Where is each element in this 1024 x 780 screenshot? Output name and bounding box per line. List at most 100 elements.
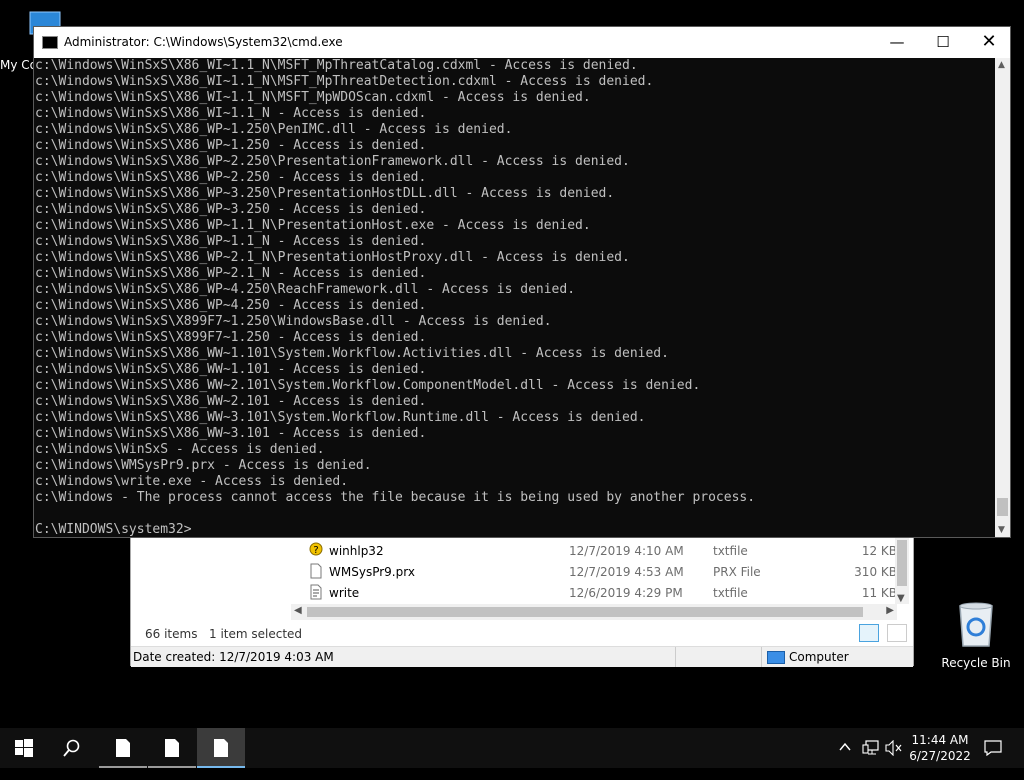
console-line: c:\Windows\WinSxS\X86_WP~1.1_N\Presentat… <box>35 218 591 233</box>
file-list: ? winhlp32 12/7/2019 4:10 AM txtfile 12 … <box>131 538 911 604</box>
console-line: c:\Windows\WinSxS\X86_WP~2.1_N\Presentat… <box>35 250 630 265</box>
console-line: c:\Windows\WinSxS\X86_WW~1.101\System.Wo… <box>35 346 669 361</box>
console-line: c:\Windows\write.exe - Access is denied. <box>35 474 349 489</box>
close-button[interactable]: ✕ <box>966 27 1012 58</box>
search-button[interactable] <box>48 728 96 768</box>
file-row-write[interactable]: write 12/6/2019 4:29 PM txtfile 11 KB <box>131 582 911 603</box>
recycle-bin[interactable]: Recycle Bin <box>940 600 1012 670</box>
computer-icon <box>767 651 785 664</box>
file-date: 12/6/2019 4:29 PM <box>569 586 683 600</box>
chevron-up-icon[interactable] <box>838 740 852 780</box>
scroll-down-icon[interactable]: ▼ <box>998 525 1005 535</box>
console-output[interactable]: c:\Windows\WinSxS\X86_WI~1.1_N\MSFT_MpTh… <box>34 58 995 537</box>
recycle-bin-label: Recycle Bin <box>941 656 1011 670</box>
file-date: 12/7/2019 4:53 AM <box>569 565 684 579</box>
console-line: C:\WINDOWS\system32> <box>35 522 192 537</box>
file-list-horizontal-scrollbar[interactable]: ◀ ▶ <box>291 604 897 620</box>
file-row-winhlp32[interactable]: ? winhlp32 12/7/2019 4:10 AM txtfile 12 … <box>131 540 911 561</box>
file-name: winhlp32 <box>329 544 384 558</box>
console-line: c:\Windows\WinSxS\X86_WP~3.250 - Access … <box>35 202 427 217</box>
wordpad-file-icon <box>310 584 322 600</box>
blank-file-icon <box>310 563 322 579</box>
file-size: 11 KB <box>861 586 897 600</box>
system-clock[interactable]: 11:44 AM 6/27/2022 <box>900 732 980 764</box>
console-line: c:\Windows\WinSxS\X86_WP~2.250 - Access … <box>35 170 427 185</box>
console-line: c:\Windows\WinSxS\X899F7~1.250 - Access … <box>35 330 427 345</box>
console-line: c:\Windows\WinSxS\X86_WP~4.250 - Access … <box>35 298 427 313</box>
taskbar-app-3[interactable] <box>197 728 245 768</box>
taskbar-app-2[interactable] <box>148 728 196 768</box>
svg-text:?: ? <box>313 545 318 556</box>
scrollbar-thumb[interactable] <box>307 607 863 617</box>
file-type: txtfile <box>713 586 748 600</box>
maximize-button[interactable]: ☐ <box>920 27 966 58</box>
console-line: c:\Windows\WinSxS\X86_WW~1.101 - Access … <box>35 362 427 377</box>
taskbar: 11:44 AM 6/27/2022 <box>0 728 1024 768</box>
date-created: Date created: 12/7/2019 4:03 AM <box>133 650 334 664</box>
window-title: Administrator: C:\Windows\System32\cmd.e… <box>64 35 343 49</box>
console-line: c:\Windows\WinSxS\X86_WI~1.1_N\MSFT_MpWD… <box>35 90 591 105</box>
search-icon <box>63 739 80 757</box>
minimize-button[interactable]: — <box>874 27 920 58</box>
scroll-left-icon[interactable]: ◀ <box>294 605 302 616</box>
status-bar: 66 items 1 item selected <box>131 622 913 646</box>
file-row-wmsyspr9[interactable]: WMSysPr9.prx 12/7/2019 4:53 AM PRX File … <box>131 561 911 582</box>
document-icon <box>165 739 179 757</box>
console-line: c:\Windows\WinSxS\X86_WP~3.250\Presentat… <box>35 186 615 201</box>
file-list-vertical-scrollbar[interactable]: ▼ <box>895 538 909 604</box>
large-icons-view-icon[interactable] <box>887 624 907 642</box>
console-line: c:\Windows\WinSxS\X86_WW~3.101\System.Wo… <box>35 410 646 425</box>
help-file-icon: ? <box>309 542 323 556</box>
scroll-up-icon[interactable]: ▲ <box>998 60 1005 70</box>
file-type: PRX File <box>713 565 761 579</box>
document-icon <box>214 739 228 757</box>
console-line: c:\Windows\WinSxS\X86_WI~1.1_N\MSFT_MpTh… <box>35 58 638 73</box>
file-name: write <box>329 586 360 600</box>
network-icon[interactable] <box>862 740 880 780</box>
file-size: 310 KB <box>854 565 897 579</box>
action-center-icon[interactable] <box>984 740 1002 780</box>
recycle-bin-icon <box>959 602 993 647</box>
location-label: Computer <box>789 650 849 664</box>
document-icon <box>116 739 130 757</box>
details-bar: Date created: 12/7/2019 4:03 AM Computer <box>131 646 913 667</box>
console-line: c:\Windows\WinSxS - Access is denied. <box>35 442 325 457</box>
file-date: 12/7/2019 4:10 AM <box>569 544 684 558</box>
console-line: c:\Windows\WinSxS\X86_WW~2.101 - Access … <box>35 394 427 409</box>
cmd-window[interactable]: Administrator: C:\Windows\System32\cmd.e… <box>33 26 1011 538</box>
cmd-title-bar[interactable]: Administrator: C:\Windows\System32\cmd.e… <box>34 27 1010 58</box>
file-type: txtfile <box>713 544 748 558</box>
scroll-right-icon[interactable]: ▶ <box>886 605 894 616</box>
cmd-app-icon[interactable] <box>42 36 58 49</box>
windows-logo-icon <box>15 739 33 757</box>
console-line: c:\Windows\WinSxS\X86_WI~1.1_N\MSFT_MpTh… <box>35 74 654 89</box>
console-line: c:\Windows\WinSxS\X86_WP~1.250 - Access … <box>35 138 427 153</box>
console-line: c:\Windows\WinSxS\X86_WW~3.101 - Access … <box>35 426 427 441</box>
location-computer: Computer <box>767 650 849 664</box>
my-computer-label: My Co <box>0 58 34 72</box>
scroll-down-icon[interactable]: ▼ <box>897 593 905 604</box>
console-line: c:\Windows\WinSxS\X86_WP~1.1_N - Access … <box>35 234 427 249</box>
clock-time: 11:44 AM <box>911 733 969 747</box>
file-name: WMSysPr9.prx <box>329 565 415 579</box>
file-size: 12 KB <box>861 544 897 558</box>
console-line: c:\Windows\WinSxS\X899F7~1.250\WindowsBa… <box>35 314 552 329</box>
taskbar-app-1[interactable] <box>99 728 147 768</box>
console-line: c:\Windows\WinSxS\X86_WW~2.101\System.Wo… <box>35 378 701 393</box>
console-line: c:\Windows\WinSxS\X86_WI~1.1_N - Access … <box>35 106 427 121</box>
console-line: c:\Windows - The process cannot access t… <box>35 490 756 505</box>
console-scrollbar[interactable]: ▲ ▼ <box>995 58 1010 537</box>
scrollbar-thumb[interactable] <box>897 540 907 586</box>
console-line: c:\Windows\WinSxS\X86_WP~1.250\PenIMC.dl… <box>35 122 513 137</box>
item-count: 66 items <box>145 627 198 641</box>
console-line: c:\Windows\WMSysPr9.prx - Access is deni… <box>35 458 372 473</box>
console-line: c:\Windows\WinSxS\X86_WP~2.250\Presentat… <box>35 154 630 169</box>
console-line: c:\Windows\WinSxS\X86_WP~2.1_N - Access … <box>35 266 427 281</box>
clock-date: 6/27/2022 <box>909 749 971 763</box>
start-button[interactable] <box>0 728 48 768</box>
file-explorer-window[interactable]: ? winhlp32 12/7/2019 4:10 AM txtfile 12 … <box>130 537 914 667</box>
console-line: c:\Windows\WinSxS\X86_WP~4.250\ReachFram… <box>35 282 576 297</box>
details-view-icon[interactable] <box>859 624 880 642</box>
scrollbar-thumb[interactable] <box>997 498 1008 516</box>
